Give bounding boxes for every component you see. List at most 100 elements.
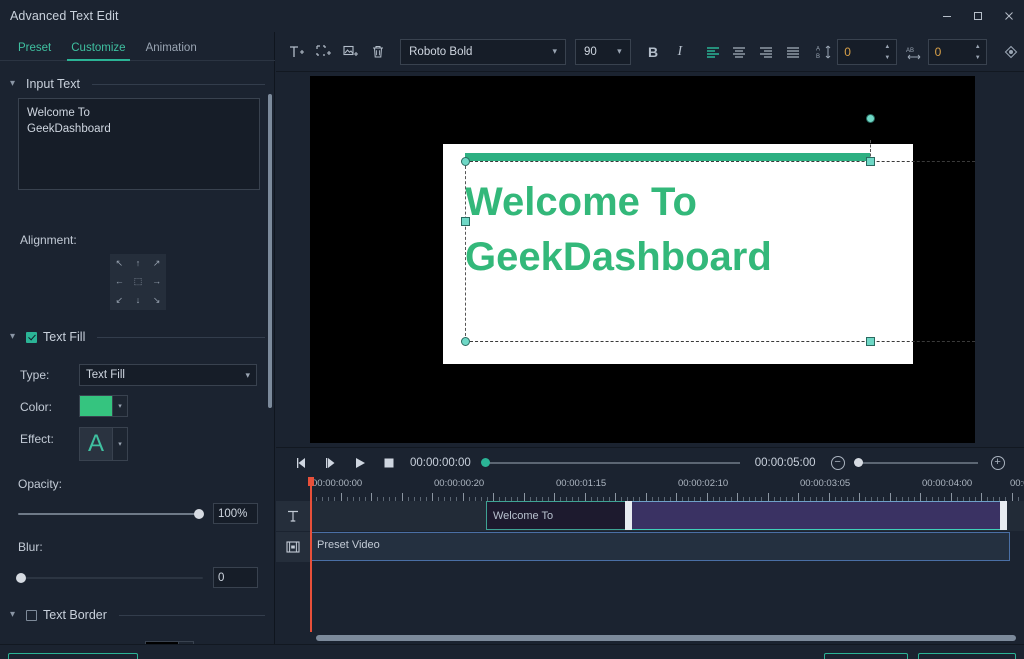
italic-button[interactable]: I — [666, 38, 693, 66]
fill-color-picker[interactable]: ▾ — [79, 395, 128, 417]
video-track-header[interactable] — [276, 532, 310, 563]
align-middle-left-button[interactable]: ← — [110, 273, 129, 292]
window-controls — [931, 0, 1024, 32]
input-text-field[interactable]: Welcome To GeekDashboard — [18, 98, 260, 190]
font-size-select[interactable]: 90 ▾ — [575, 39, 631, 65]
text-fill-checkbox[interactable] — [26, 332, 37, 343]
effect-preview[interactable]: A — [79, 427, 113, 461]
maximize-button[interactable] — [962, 0, 993, 32]
zoom-out-button[interactable]: − — [831, 456, 845, 470]
fill-color-swatch[interactable] — [79, 395, 113, 417]
chevron-down-icon: ▾ — [544, 46, 557, 57]
left-panel-scrollbar[interactable] — [268, 94, 272, 408]
bottom-cancel-button[interactable] — [824, 653, 908, 659]
tab-preset[interactable]: Preset — [8, 42, 61, 60]
player-controls: 00:00:00:00 00:00:05:00 − + — [276, 447, 1024, 477]
font-family-select[interactable]: Roboto Bold ▾ — [400, 39, 566, 65]
bottom-left-button[interactable] — [8, 653, 138, 659]
timeline-panel: 00:00:00:00 00:00:00:20 00:00:01:15 00:0… — [276, 477, 1024, 644]
effect-label: Effect: — [20, 432, 54, 446]
text-track-row[interactable]: Welcome To — [310, 501, 1024, 532]
align-top-center-button[interactable]: ↑ — [129, 254, 148, 273]
video-canvas[interactable]: Welcome To GeekDashboard — [310, 76, 975, 443]
video-clip[interactable]: Preset Video — [310, 532, 1010, 561]
zoom-slider[interactable] — [858, 462, 978, 464]
section-input-text[interactable]: ▾ Input Text — [0, 71, 275, 97]
opacity-value-field[interactable]: 100% — [213, 503, 258, 524]
bottom-ok-button[interactable] — [918, 653, 1016, 659]
align-right-button[interactable] — [753, 38, 780, 66]
section-divider — [92, 84, 265, 85]
letter-spacing-field[interactable]: 0 ▲▼ — [928, 39, 988, 65]
text-track-header[interactable] — [276, 501, 310, 532]
playhead[interactable] — [310, 477, 312, 644]
text-clip[interactable]: Welcome To — [486, 501, 631, 530]
zoom-slider-handle[interactable] — [854, 458, 863, 467]
chevron-down-icon[interactable]: ▾ — [113, 395, 128, 417]
section-text-border-label: Text Border — [43, 608, 107, 622]
selection-handle-top-right[interactable] — [866, 157, 875, 166]
preview-text[interactable]: Welcome To GeekDashboard — [465, 175, 885, 285]
ruler-label: 00:00:03:05 — [800, 478, 850, 489]
fill-type-select[interactable]: Text Fill ▾ — [79, 364, 257, 386]
align-bottom-right-button[interactable]: ↘ — [147, 291, 166, 310]
panel-tabs: Preset Customize Animation — [0, 32, 275, 61]
align-top-left-button[interactable]: ↖ — [110, 254, 129, 273]
playback-progress-handle[interactable] — [481, 458, 490, 467]
chevron-down-icon: ▾ — [10, 610, 20, 620]
effect-picker[interactable]: A ▾ — [79, 427, 128, 461]
spinner-arrows[interactable]: ▲▼ — [973, 40, 982, 66]
opacity-slider-handle[interactable] — [194, 509, 204, 519]
timeline-ruler[interactable]: 00:00:00:00 00:00:00:20 00:00:01:15 00:0… — [310, 477, 1024, 501]
ruler-label: 00:00:04:00 — [922, 478, 972, 489]
clip-trim-handle-right[interactable] — [1000, 501, 1007, 530]
reset-icon[interactable] — [997, 38, 1024, 66]
align-bottom-left-button[interactable]: ↙ — [110, 291, 129, 310]
add-text-icon[interactable] — [284, 38, 311, 66]
tab-customize[interactable]: Customize — [61, 42, 135, 60]
play-button[interactable] — [345, 451, 374, 475]
close-button[interactable] — [993, 0, 1024, 32]
tab-animation[interactable]: Animation — [136, 42, 207, 60]
selection-handle-middle-left[interactable] — [461, 217, 470, 226]
text-clip-selected-range[interactable] — [631, 501, 1005, 530]
blur-slider-handle[interactable] — [16, 573, 26, 583]
align-justify-button[interactable] — [780, 38, 807, 66]
next-frame-button[interactable] — [316, 451, 345, 475]
video-track-row[interactable]: Preset Video — [310, 532, 1024, 563]
selection-handle-bottom-right[interactable] — [866, 337, 875, 346]
section-text-fill[interactable]: ▾ Text Fill — [0, 324, 275, 350]
clip-trim-handle-left[interactable] — [625, 501, 632, 530]
add-image-icon[interactable] — [338, 38, 365, 66]
align-center-button[interactable]: ⬚ — [129, 273, 148, 292]
stop-button[interactable] — [374, 451, 403, 475]
align-center-button[interactable] — [726, 38, 753, 66]
selection-handle-bottom-left[interactable] — [461, 337, 470, 346]
chevron-down-icon: ▾ — [10, 79, 20, 89]
bold-button[interactable]: B — [640, 38, 667, 66]
rotate-handle[interactable] — [866, 114, 875, 123]
blur-slider[interactable] — [18, 577, 203, 579]
align-middle-right-button[interactable]: → — [147, 273, 166, 292]
delete-icon[interactable] — [364, 38, 391, 66]
timeline-horizontal-scrollbar[interactable] — [316, 635, 1016, 641]
prev-frame-button[interactable] — [287, 451, 316, 475]
alignment-label: Alignment: — [20, 233, 77, 247]
line-spacing-field[interactable]: 0 ▲▼ — [837, 39, 897, 65]
video-clip-label: Preset Video — [311, 533, 1009, 551]
fill-type-value: Text Fill — [86, 369, 125, 381]
text-border-checkbox[interactable] — [26, 610, 37, 621]
selection-handle-top-left[interactable] — [461, 157, 470, 166]
spinner-arrows[interactable]: ▲▼ — [883, 40, 892, 66]
add-shape-icon[interactable] — [311, 38, 338, 66]
zoom-in-button[interactable]: + — [991, 456, 1005, 470]
section-text-border[interactable]: ▾ Text Border — [0, 602, 275, 628]
minimize-button[interactable] — [931, 0, 962, 32]
align-bottom-center-button[interactable]: ↓ — [129, 291, 148, 310]
align-left-button[interactable] — [699, 38, 726, 66]
align-top-right-button[interactable]: ↗ — [147, 254, 166, 273]
blur-value-field[interactable]: 0 — [213, 567, 258, 588]
opacity-slider[interactable] — [18, 513, 203, 515]
chevron-down-icon[interactable]: ▾ — [113, 427, 128, 461]
playback-progress-bar[interactable] — [485, 462, 740, 464]
